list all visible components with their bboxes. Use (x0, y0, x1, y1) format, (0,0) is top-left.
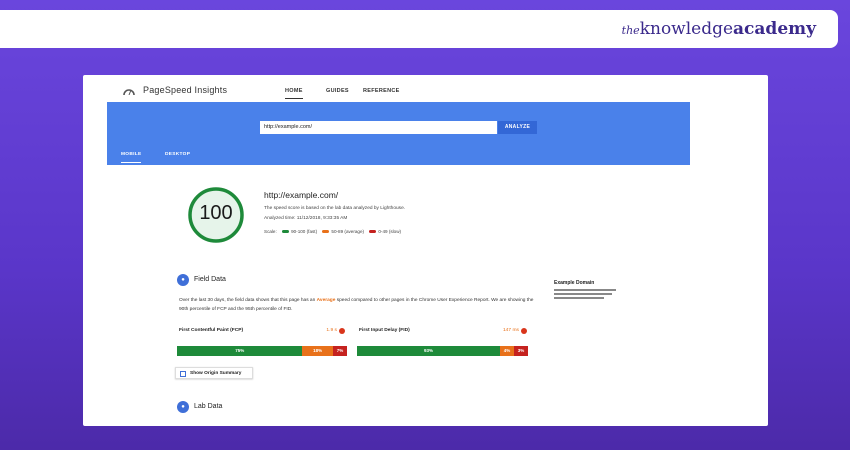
pagespeed-screenshot-card: PageSpeed Insights HOME GUIDES REFERENCE… (83, 75, 768, 426)
side-panel-title: Example Domain (554, 280, 595, 286)
analyzed-url: http://example.com/ (264, 190, 339, 200)
tab-desktop[interactable]: DESKTOP (165, 152, 190, 157)
legend-label: Scale: (264, 229, 277, 234)
logo-name-bold: academy (733, 19, 816, 39)
side-panel-text-line (554, 289, 616, 291)
url-input[interactable]: http://example.com/ (260, 121, 497, 134)
tab-reference[interactable]: REFERENCE (363, 88, 400, 94)
legend-fast-swatch (282, 230, 290, 234)
score-value: 100 (199, 202, 233, 224)
top-nav: PageSpeed Insights HOME GUIDES REFERENCE (123, 83, 683, 103)
fcp-label: First Contentful Paint (FCP) (179, 328, 244, 333)
knowledge-academy-logo[interactable]: theknowledgeacademy (622, 19, 816, 39)
fcp-good-segment: 75% (177, 346, 303, 356)
score-legend: Scale: 90-100 (fast) 50-89 (average) 0-4… (264, 229, 401, 234)
fcp-average-segment: 18% (302, 346, 333, 356)
show-origin-summary-button[interactable]: Show Origin Summary (175, 367, 253, 379)
analyze-button[interactable]: ANALYZE (498, 121, 537, 134)
analyzed-time: Analyzed time: 11/12/2018, 9:33:35 AM (264, 216, 348, 221)
fcp-warning-icon (339, 328, 345, 334)
legend-average: 50-89 (average) (331, 229, 365, 234)
fid-good-segment: 93% (357, 346, 500, 356)
lab-note: The speed score is based on the lab data… (264, 206, 406, 211)
lab-data-icon: ● (177, 401, 189, 413)
fid-distribution-bar: 93% 4% 3% (357, 346, 528, 356)
brand-bar: theknowledgeacademy (0, 10, 838, 48)
fid-poor-segment: 3% (514, 346, 528, 356)
field-desc-highlight: Average (316, 298, 336, 303)
fid-value: 147 ms (502, 328, 519, 333)
field-data-title: Field Data (194, 276, 226, 283)
origin-summary-icon (180, 371, 186, 377)
search-header: http://example.com/ ANALYZE MOBILE DESKT… (107, 102, 690, 165)
lab-data-title: Lab Data (194, 403, 223, 410)
legend-slow-swatch (369, 230, 377, 234)
fid-label: First Input Delay (FID) (359, 328, 410, 333)
app-title: PageSpeed Insights (143, 85, 228, 95)
fid-average-segment: 4% (500, 346, 514, 356)
side-panel-text-line (554, 293, 612, 295)
fid-warning-icon (521, 328, 527, 334)
field-desc-start: Over the last 30 days, the field data sh… (179, 298, 316, 303)
logo-prefix: the (621, 24, 640, 37)
field-data-icon: ● (177, 274, 189, 286)
logo-name-regular: knowledge (639, 19, 734, 39)
legend-fast: 90-100 (fast) (291, 229, 318, 234)
legend-average-swatch (322, 230, 330, 234)
tab-guides[interactable]: GUIDES (326, 88, 349, 94)
fcp-poor-segment: 7% (332, 346, 347, 356)
field-data-description: Over the last 30 days, the field data sh… (179, 296, 544, 314)
origin-summary-label: Show Origin Summary (190, 371, 242, 376)
fcp-distribution-bar: 75% 18% 7% (177, 346, 347, 356)
speedometer-icon (123, 89, 135, 95)
tab-mobile[interactable]: MOBILE (121, 152, 142, 163)
fcp-value: 1.9 s (326, 328, 337, 333)
legend-slow: 0-49 (slow) (378, 229, 402, 234)
tab-home[interactable]: HOME (285, 88, 303, 99)
side-panel-text-line (554, 297, 604, 299)
